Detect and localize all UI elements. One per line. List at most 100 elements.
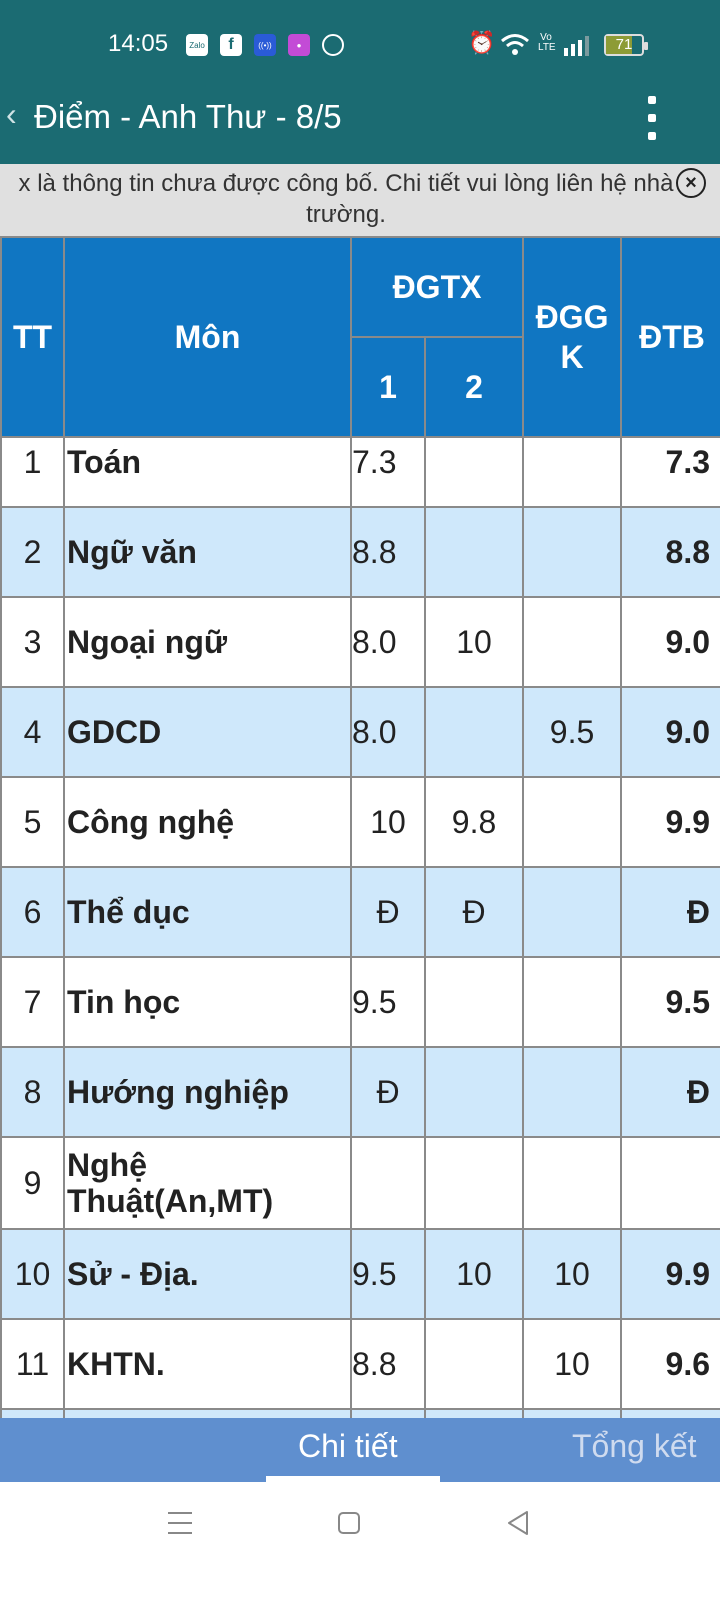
table-row bbox=[0, 1408, 720, 1418]
cell-dgtx-2: 9.8 bbox=[423, 776, 525, 868]
back-icon[interactable]: ‹ bbox=[6, 96, 17, 133]
table-row: 6 Thể dục Đ Đ Đ bbox=[0, 866, 720, 958]
cell-dgtx-1: 8.8 bbox=[350, 506, 426, 598]
table-row: 8 Hướng nghiệp Đ Đ bbox=[0, 1046, 720, 1138]
game-app-icon: ● bbox=[288, 34, 310, 56]
table-row: 3 Ngoại ngữ 8.0 10 9.0 bbox=[0, 596, 720, 688]
cell-dgtx-1: Đ bbox=[350, 1046, 426, 1138]
status-bar: 14:05 Zalo f ((•)) ● ⏰ Vo LTE 71 bbox=[0, 0, 720, 88]
notice-banner: x là thông tin chưa được công bố. Chi ti… bbox=[0, 164, 720, 236]
cell-subject: Nghệ Thuật(An,MT) bbox=[63, 1136, 352, 1230]
cell-dgtx-2 bbox=[423, 1408, 525, 1418]
cell-dgtx-2: 10 bbox=[423, 596, 525, 688]
more-options-icon[interactable] bbox=[640, 96, 664, 140]
cell-dggk: 10 bbox=[522, 1228, 623, 1320]
cell-dggk bbox=[522, 776, 623, 868]
table-row: 7 Tin học 9.5 9.5 bbox=[0, 956, 720, 1048]
compass-icon bbox=[322, 34, 344, 56]
zalo-icon: Zalo bbox=[186, 34, 208, 56]
grades-table-container[interactable]: TT Môn ĐGTX ĐGG K ĐTB 1 2 1 Toán 7.3 7.3… bbox=[0, 236, 720, 1418]
header-mon: Môn bbox=[63, 236, 352, 438]
cell-dgtx-1 bbox=[350, 1136, 426, 1230]
table-row: 2 Ngữ văn 8.8 8.8 bbox=[0, 506, 720, 598]
cell-dtb: 9.0 bbox=[620, 596, 720, 688]
tab-detail[interactable]: Chi tiết bbox=[298, 1428, 398, 1465]
cell-dggk bbox=[522, 1136, 623, 1230]
cell-subject: Ngoại ngữ bbox=[63, 596, 352, 688]
cell-subject: Thể dục bbox=[63, 866, 352, 958]
cell-subject: Sử - Địa. bbox=[63, 1228, 352, 1320]
cell-dgtx-2 bbox=[423, 1136, 525, 1230]
cell-dgtx-1 bbox=[350, 1408, 426, 1418]
cell-subject: Hướng nghiệp bbox=[63, 1046, 352, 1138]
cell-dgtx-1: 8.8 bbox=[350, 1318, 426, 1410]
cell-dgtx-1: 9.5 bbox=[350, 956, 426, 1048]
header-dgtx-1: 1 bbox=[350, 336, 426, 438]
cell-dggk bbox=[522, 1408, 623, 1418]
cell-dgtx-1: Đ bbox=[350, 866, 426, 958]
cell-dgtx-1: 8.0 bbox=[350, 596, 426, 688]
cell-tt: 6 bbox=[0, 866, 65, 958]
battery-level: 71 bbox=[615, 36, 633, 53]
cell-dtb: Đ bbox=[620, 1046, 720, 1138]
tab-summary[interactable]: Tổng kết bbox=[572, 1428, 697, 1465]
cell-dgtx-2 bbox=[423, 506, 525, 598]
cell-tt: 1 bbox=[0, 436, 65, 508]
table-row: 5 Công nghệ 10 9.8 9.9 bbox=[0, 776, 720, 868]
cell-dggk bbox=[522, 956, 623, 1048]
cell-dgtx-1: 7.3 bbox=[350, 436, 426, 508]
top-bar: 14:05 Zalo f ((•)) ● ⏰ Vo LTE 71 ‹ Điểm … bbox=[0, 0, 720, 164]
cell-tt bbox=[0, 1408, 65, 1418]
notice-text: x là thông tin chưa được công bố. Chi ti… bbox=[18, 170, 674, 228]
cell-dgtx-2: 10 bbox=[423, 1228, 525, 1320]
cell-dggk bbox=[522, 866, 623, 958]
page-title: Điểm - Anh Thư - 8/5 bbox=[34, 98, 342, 135]
cell-dtb bbox=[620, 1136, 720, 1230]
cell-dgtx-2 bbox=[423, 1318, 525, 1410]
close-icon[interactable]: × bbox=[676, 168, 706, 198]
cell-tt: 4 bbox=[0, 686, 65, 778]
header-dggk: ĐGG K bbox=[522, 236, 623, 438]
cell-dggk bbox=[522, 596, 623, 688]
cell-dgtx-1: 8.0 bbox=[350, 686, 426, 778]
home-icon[interactable] bbox=[338, 1512, 360, 1534]
cell-dtb: 7.3 bbox=[620, 436, 720, 508]
app-bar: ‹ Điểm - Anh Thư - 8/5 bbox=[0, 88, 720, 164]
header-dgtx: ĐGTX bbox=[349, 236, 525, 338]
cell-dggk bbox=[522, 436, 623, 508]
system-nav-bar bbox=[0, 1482, 720, 1600]
cell-dtb bbox=[620, 1408, 720, 1418]
table-row: 1 Toán 7.3 7.3 bbox=[0, 436, 720, 508]
cell-subject bbox=[63, 1408, 352, 1418]
bottom-tab-bar: Chi tiết Tổng kết bbox=[0, 1418, 720, 1482]
cell-tt: 5 bbox=[0, 776, 65, 868]
cell-dgtx-2 bbox=[423, 956, 525, 1048]
table-row: 10 Sử - Địa. 9.5 10 10 9.9 bbox=[0, 1228, 720, 1320]
cell-subject: Tin học bbox=[63, 956, 352, 1048]
cell-tt: 2 bbox=[0, 506, 65, 598]
table-row: 9 Nghệ Thuật(An,MT) bbox=[0, 1136, 720, 1230]
signal-icon bbox=[564, 36, 589, 56]
cell-dtb: Đ bbox=[620, 866, 720, 958]
cell-dgtx-2 bbox=[423, 436, 525, 508]
cell-tt: 9 bbox=[0, 1136, 65, 1230]
cell-subject: KHTN. bbox=[63, 1318, 352, 1410]
nav-back-icon[interactable] bbox=[506, 1510, 530, 1536]
cell-tt: 10 bbox=[0, 1228, 65, 1320]
battery-icon: 71 bbox=[604, 34, 648, 56]
wifi-icon bbox=[501, 34, 529, 55]
cell-subject: Toán bbox=[63, 436, 352, 508]
recent-apps-icon[interactable] bbox=[168, 1512, 192, 1534]
cell-dtb: 9.5 bbox=[620, 956, 720, 1048]
header-dgtx-2: 2 bbox=[423, 336, 525, 438]
cell-tt: 11 bbox=[0, 1318, 65, 1410]
cell-dgtx-2: Đ bbox=[423, 866, 525, 958]
hotspot-icon: ((•)) bbox=[254, 34, 276, 56]
facebook-icon: f bbox=[220, 34, 242, 56]
grades-table: TT Môn ĐGTX ĐGG K ĐTB 1 2 1 Toán 7.3 7.3… bbox=[0, 236, 720, 1418]
alarm-icon: ⏰ bbox=[468, 30, 496, 55]
cell-dtb: 9.0 bbox=[620, 686, 720, 778]
cell-dggk: 9.5 bbox=[522, 686, 623, 778]
cell-dgtx-1: 10 bbox=[350, 776, 426, 868]
cell-subject: GDCD bbox=[63, 686, 352, 778]
